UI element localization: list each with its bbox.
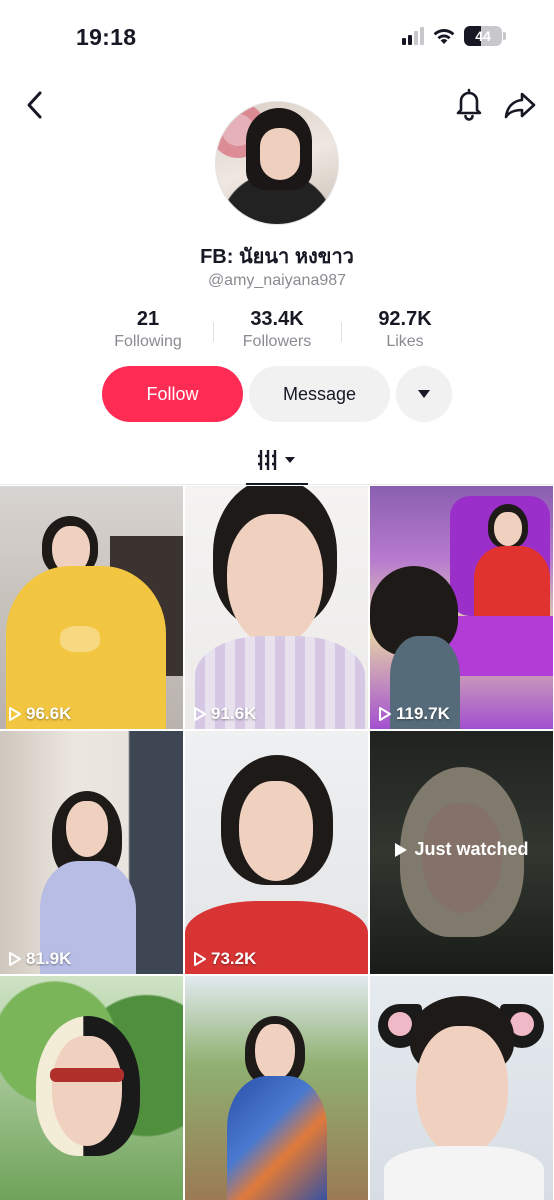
view-count: 91.6K — [193, 704, 256, 724]
play-icon — [9, 952, 21, 966]
stat-value: 21 — [136, 308, 160, 330]
just-watched-text: Just watched — [414, 839, 529, 859]
follow-button[interactable]: Follow — [102, 366, 243, 422]
view-count: 96.6K — [8, 704, 71, 724]
video-thumbnail[interactable]: Just watched — [370, 731, 553, 974]
back-arrow-icon[interactable] — [20, 88, 50, 122]
stat-following[interactable]: 21 Following — [83, 308, 213, 351]
bell-icon[interactable] — [452, 86, 486, 122]
wifi-icon — [433, 29, 455, 44]
video-thumbnail[interactable]: 96.6K — [0, 486, 183, 729]
stat-followers[interactable]: 33.4K Followers — [212, 308, 342, 351]
stat-label: Following — [114, 333, 182, 350]
battery-level: 44 — [475, 28, 491, 44]
view-count: 119.7K — [378, 704, 450, 724]
play-icon — [194, 707, 206, 721]
stat-value: 33.4K — [250, 308, 304, 330]
username: @amy_naiyana987 — [207, 272, 347, 289]
play-icon — [379, 707, 391, 721]
stat-likes[interactable]: 92.7K Likes — [340, 308, 470, 351]
stat-label: Followers — [242, 333, 312, 350]
status-time: 19:18 — [76, 24, 137, 50]
video-thumbnail[interactable] — [0, 976, 183, 1200]
video-thumbnail[interactable]: 91.6K — [185, 486, 368, 729]
video-thumbnail[interactable]: 119.7K — [370, 486, 553, 729]
caret-down-icon — [418, 390, 430, 398]
content-tab-bar — [0, 444, 554, 485]
view-count-text: 119.7K — [396, 704, 450, 723]
view-count: 73.2K — [193, 949, 256, 969]
suggested-accounts-button[interactable] — [396, 366, 452, 422]
view-count-text: 96.6K — [26, 704, 72, 723]
video-thumbnail[interactable]: 73.2K — [185, 731, 368, 974]
video-thumbnail[interactable]: 81.9K — [0, 731, 183, 974]
status-icons: 44 — [402, 26, 506, 46]
video-grid-icon — [258, 450, 295, 470]
message-button[interactable]: Message — [249, 366, 390, 422]
avatar[interactable] — [215, 101, 339, 225]
video-thumbnail[interactable] — [370, 976, 553, 1200]
status-bar: 19:18 44 — [0, 0, 554, 70]
display-name: FB: นัยนา หงขาว — [200, 246, 354, 268]
play-icon — [194, 952, 206, 966]
view-count-text: 73.2K — [211, 949, 257, 968]
tab-videos[interactable] — [246, 444, 308, 484]
signal-icon — [402, 27, 424, 45]
battery-icon: 44 — [464, 26, 506, 46]
video-grid: 96.6K 91.6K 119.7K 81.9K 73.2K Just watc… — [0, 486, 554, 1200]
just-watched-label: Just watched — [370, 839, 553, 860]
stat-value: 92.7K — [378, 308, 432, 330]
tab-underline — [246, 483, 308, 485]
view-count-text: 91.6K — [211, 704, 257, 723]
profile-stats: 21 Following 33.4K Followers 92.7K Likes — [0, 308, 554, 358]
play-icon — [395, 842, 408, 857]
play-icon — [9, 707, 21, 721]
view-count-text: 81.9K — [26, 949, 72, 968]
video-thumbnail[interactable] — [185, 976, 368, 1200]
share-arrow-icon[interactable] — [502, 88, 538, 122]
stat-label: Likes — [386, 333, 424, 350]
view-count: 81.9K — [8, 949, 71, 969]
